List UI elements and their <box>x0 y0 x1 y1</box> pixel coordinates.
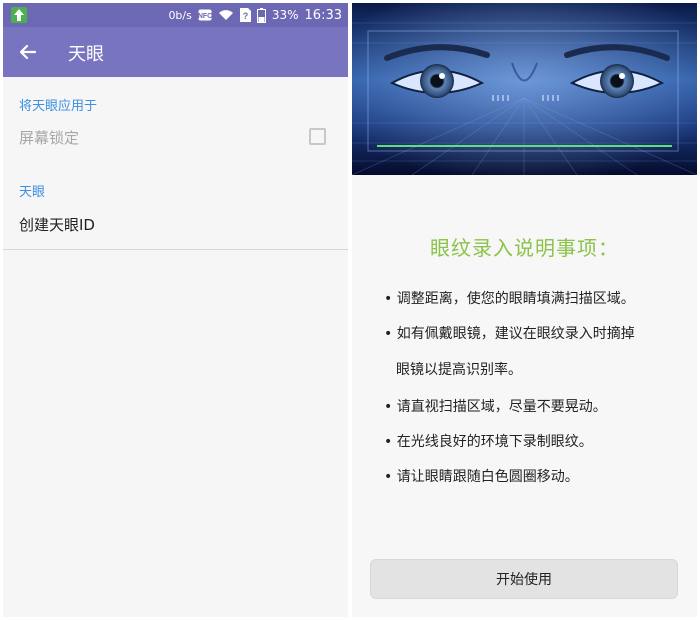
screen-lock-label[interactable]: 屏幕锁定 <box>19 127 79 148</box>
instruction-item: • 调整距离，使您的眼睛填满扫描区域。 <box>384 291 635 307</box>
start-button[interactable]: 开始使用 <box>370 559 678 599</box>
instruction-item: • 在光线良好的环境下录制眼纹。 <box>384 434 593 450</box>
screen-lock-checkbox[interactable] <box>309 128 326 145</box>
create-eyeprint-id-item[interactable]: 创建天眼ID <box>19 214 95 235</box>
instruction-item-continued: 眼镜以提高识别率。 <box>396 362 522 378</box>
instructions-title: 眼纹录入说明事项： <box>430 236 619 260</box>
nfc-icon: NFC <box>198 9 212 21</box>
eyeprint-instructions-screen: 眼纹录入说明事项： • 调整距离，使您的眼睛填满扫描区域。 • 如有佩戴眼镜，建… <box>352 3 697 617</box>
page-title: 天眼 <box>68 44 104 65</box>
section-header-eyeprint: 天眼 <box>19 185 46 200</box>
svg-text:?: ? <box>243 11 249 21</box>
wifi-icon <box>218 10 233 20</box>
eye-scan-hero-image <box>352 3 697 175</box>
svg-text:NFC: NFC <box>198 13 212 20</box>
instruction-item: • 如有佩戴眼镜，建议在眼纹录入时摘掉 <box>384 326 635 342</box>
network-speed: 0b/s <box>168 8 192 22</box>
app-bar: 天眼 <box>3 27 348 77</box>
battery-icon <box>256 7 266 23</box>
arrow-left-icon[interactable] <box>15 39 41 65</box>
divider <box>3 249 348 250</box>
instruction-item: • 请让眼睛跟随白色圆圈移动。 <box>384 469 579 485</box>
section-header-apply: 将天眼应用于 <box>19 99 98 114</box>
download-arrow-icon <box>11 7 27 23</box>
sim-icon: ? <box>239 8 251 22</box>
battery-percent: 33% <box>271 8 299 22</box>
status-bar: 0b/s NFC ? 33% 16:33 <box>3 3 348 27</box>
settings-screen: 0b/s NFC ? 33% 16:33 天眼 将天眼应用于 屏幕锁定 天眼 创… <box>3 3 348 617</box>
instruction-item: • 请直视扫描区域，尽量不要晃动。 <box>384 399 607 415</box>
clock: 16:33 <box>304 7 342 23</box>
